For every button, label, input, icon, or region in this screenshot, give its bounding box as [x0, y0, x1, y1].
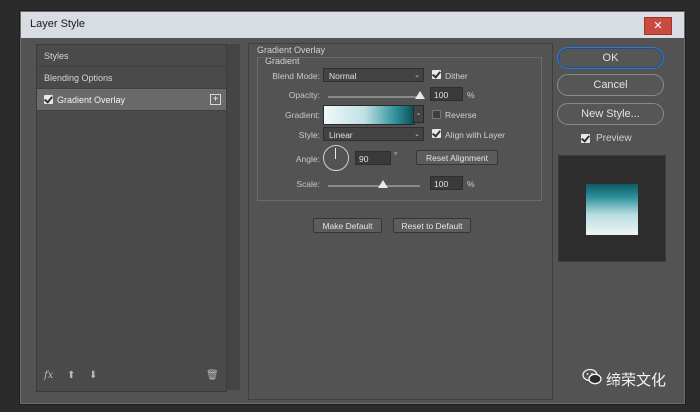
- opacity-unit: %: [467, 90, 475, 100]
- preview-checkbox[interactable]: [581, 134, 590, 143]
- reset-to-default-button[interactable]: Reset to Default: [393, 218, 471, 233]
- style-label: Style:: [298, 130, 320, 140]
- preview-swatch: [586, 184, 638, 235]
- opacity-label: Opacity:: [288, 90, 320, 100]
- cancel-button[interactable]: Cancel: [557, 74, 664, 96]
- opacity-slider-track[interactable]: [328, 96, 420, 98]
- angle-dial[interactable]: [323, 145, 349, 171]
- preview-thumbnail: [558, 155, 666, 262]
- align-with-layer-label: Align with Layer: [445, 130, 506, 140]
- gradient-overlay-checkbox[interactable]: [44, 95, 53, 104]
- style-value: Linear: [329, 130, 353, 140]
- ok-button[interactable]: OK: [557, 47, 664, 69]
- chevron-down-icon: ⌄: [414, 131, 420, 138]
- section-title: Gradient Overlay: [257, 45, 326, 55]
- new-style-button[interactable]: New Style...: [557, 103, 664, 125]
- reverse-label: Reverse: [445, 110, 477, 120]
- styles-list-item-blending-options[interactable]: Blending Options: [37, 67, 226, 89]
- move-down-arrow-icon[interactable]: ⬇: [89, 370, 97, 381]
- gradient-group: Blend Mode: Normal ⌄ Dither Opacity: 100…: [257, 57, 542, 201]
- styles-list-item-gradient-overlay[interactable]: Gradient Overlay +: [37, 89, 226, 111]
- style-select[interactable]: Linear ⌄: [323, 127, 424, 141]
- scale-input[interactable]: 100: [430, 176, 463, 190]
- scale-value: 100: [434, 179, 449, 189]
- angle-label: Angle:: [295, 154, 320, 164]
- move-up-arrow-icon[interactable]: ⬆: [67, 370, 75, 381]
- styles-footer-toolbar: fx ⬆ ⬇ 🗑: [36, 368, 226, 388]
- gradient-dropdown-chevron-icon[interactable]: ⌄: [413, 105, 424, 123]
- styles-list: Styles Blending Options Gradient Overlay…: [36, 44, 227, 392]
- gradient-label: Gradient:: [285, 110, 320, 120]
- styles-list-scrollbar[interactable]: [226, 44, 240, 390]
- angle-input[interactable]: 90: [355, 151, 391, 165]
- gradient-overlay-panel: Gradient Overlay Gradient Blend Mode: No…: [248, 43, 553, 400]
- scale-slider-track[interactable]: [328, 185, 420, 187]
- align-with-layer-checkbox[interactable]: [432, 129, 441, 138]
- styles-list-item-styles[interactable]: Styles: [37, 45, 226, 67]
- layer-style-dialog: Layer Style ✕ Styles Blending Options Gr…: [20, 11, 685, 404]
- blend-mode-label: Blend Mode:: [272, 71, 320, 81]
- watermark-text: 缔荣文化: [606, 371, 667, 389]
- reverse-checkbox[interactable]: [432, 110, 441, 119]
- blend-mode-value: Normal: [329, 71, 357, 81]
- opacity-value: 100: [434, 90, 449, 100]
- preview-label: Preview: [596, 133, 632, 144]
- scale-slider-thumb[interactable]: [378, 180, 389, 188]
- close-icon[interactable]: ✕: [644, 17, 672, 35]
- opacity-slider-thumb[interactable]: [415, 91, 425, 99]
- list-item-label: Gradient Overlay: [57, 95, 126, 105]
- title-bar[interactable]: Layer Style ✕: [21, 12, 684, 38]
- make-default-button[interactable]: Make Default: [313, 218, 382, 233]
- angle-dial-needle: [335, 148, 336, 159]
- dialog-title: Layer Style: [30, 18, 86, 30]
- scale-label: Scale:: [296, 179, 320, 189]
- reset-alignment-button[interactable]: Reset Alignment: [416, 150, 498, 165]
- chevron-down-icon: ⌄: [414, 72, 420, 79]
- trash-icon[interactable]: 🗑: [206, 370, 219, 381]
- plus-square-icon[interactable]: +: [210, 94, 221, 105]
- angle-unit: °: [394, 150, 398, 160]
- fx-icon[interactable]: fx: [44, 370, 53, 381]
- dither-label: Dither: [445, 71, 468, 81]
- dither-checkbox[interactable]: [432, 70, 441, 79]
- blend-mode-select[interactable]: Normal ⌄: [323, 68, 424, 82]
- list-item-label: Styles: [44, 51, 69, 61]
- opacity-input[interactable]: 100: [430, 87, 463, 101]
- wechat-icon: [582, 368, 602, 385]
- scale-unit: %: [467, 179, 475, 189]
- list-item-label: Blending Options: [44, 73, 113, 83]
- gradient-picker[interactable]: [323, 105, 415, 125]
- angle-value: 90: [359, 154, 369, 164]
